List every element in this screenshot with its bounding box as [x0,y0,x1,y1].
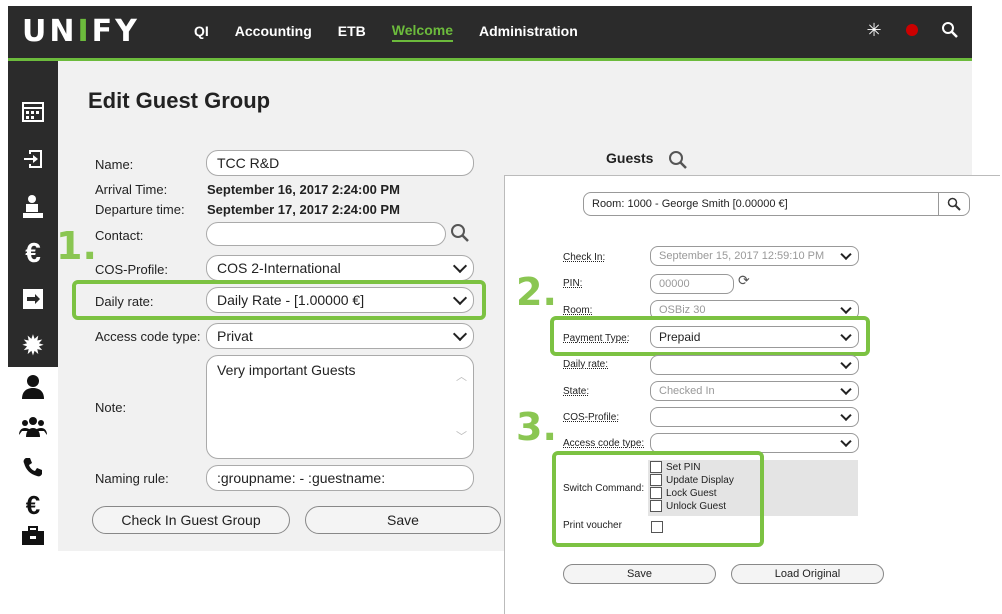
access-code-type-label: Access code type: [95,329,201,344]
arrival-time-value: September 16, 2017 2:24:00 PM [207,182,400,197]
step-2-label: 2. [516,270,557,314]
euro-icon[interactable]: € [8,485,58,525]
naming-rule-label: Naming rule: [95,471,169,486]
guest-cos-profile-label: COS-Profile: [563,412,620,423]
step-1-label: 1. [56,224,97,268]
state-label: State: [563,386,590,397]
unify-logo: UNIFY [22,14,140,49]
scroll-up-icon[interactable]: ︿ [456,368,467,384]
logout-icon[interactable] [8,279,58,319]
departure-time-value: September 17, 2017 2:24:00 PM [207,202,400,217]
note-label: Note: [95,400,127,415]
daily-rate-label: Daily rate: [95,294,154,309]
step-3-label: 3. [516,405,557,449]
name-field[interactable]: TCC R&D [206,150,474,176]
access-code-type-select[interactable]: Privat [206,323,474,349]
switch-command-label: Switch Command: [563,483,645,494]
person-icon[interactable] [8,367,58,407]
load-original-button[interactable]: Load Original [731,564,884,584]
cos-profile-label: COS-Profile: [95,262,168,277]
update-display-checkbox[interactable]: Update Display [650,474,734,486]
checkbox-icon[interactable] [650,487,662,499]
guest-access-code-type-select[interactable] [650,433,859,453]
daily-rate-select[interactable]: Daily Rate - [1.00000 €] [206,287,474,313]
guest-daily-rate-label: Daily rate: [563,359,609,370]
unlock-guest-checkbox[interactable]: Unlock Guest [650,500,726,512]
nav-administration[interactable]: Administration [479,23,578,41]
top-navigation-bar: UNIFY QI Accounting ETB Welcome Administ… [8,6,972,61]
search-icon[interactable] [940,20,960,40]
checkbox-icon[interactable] [650,474,662,486]
nav-accounting[interactable]: Accounting [235,23,312,41]
contact-search-icon[interactable] [450,223,470,248]
guest-save-button[interactable]: Save [563,564,716,584]
checkbox-icon[interactable] [650,500,662,512]
contact-label: Contact: [95,228,144,243]
gear-icon[interactable]: ✹ [8,325,58,365]
state-select[interactable]: Checked In [650,381,859,401]
page-title: Edit Guest Group [88,88,271,113]
alert-icon[interactable] [902,20,922,40]
check-in-guest-group-button[interactable]: Check In Guest Group [92,506,290,534]
cashier-icon[interactable] [8,187,58,227]
sidebar: € ✹ € [8,61,58,551]
payment-type-select[interactable]: Prepaid [650,326,859,348]
print-voucher-label: Print voucher [563,520,622,531]
departure-time-label: Departure time: [95,202,185,217]
nav-qi[interactable]: QI [194,23,209,41]
scroll-down-icon[interactable]: ﹀ [456,428,467,444]
login-icon[interactable] [8,139,58,179]
guests-search-icon[interactable] [668,150,688,175]
print-voucher-checkbox[interactable] [651,521,663,533]
calendar-icon[interactable] [8,91,58,131]
nav-etb[interactable]: ETB [338,23,366,41]
room-label: Room: [563,305,593,316]
pin-label: PIN: [563,278,583,289]
nav-welcome[interactable]: Welcome [391,22,453,42]
arrival-time-label: Arrival Time: [95,182,168,197]
people-icon[interactable] [8,407,58,447]
pin-field[interactable]: 00000 [650,274,734,294]
main-nav: QI Accounting ETB Welcome Administration [194,6,604,58]
guest-access-code-type-label: Access code type: [563,438,645,449]
room-guest-field[interactable]: Room: 1000 - George Smith [0.00000 €] [583,192,970,216]
naming-rule-field[interactable]: :groupname: - :guestname: [206,465,474,491]
room-search-icon[interactable] [938,193,969,215]
euro-icon[interactable]: € [8,233,58,273]
check-in-label: Check In: [563,252,606,263]
check-in-select[interactable]: September 15, 2017 12:59:10 PM [650,246,859,266]
guests-label: Guests [606,150,654,166]
refresh-pin-icon[interactable]: ⟳ [738,272,750,289]
save-button[interactable]: Save [305,506,501,534]
guest-daily-rate-select[interactable] [650,355,859,375]
name-label: Name: [95,157,134,172]
note-textarea[interactable]: Very important Guests ︿ ﹀ [206,355,474,459]
checkbox-icon[interactable] [650,461,662,473]
briefcase-icon[interactable] [8,521,58,551]
contact-field[interactable] [206,222,446,246]
phone-icon[interactable] [8,447,58,487]
payment-type-label: Payment Type: [563,333,630,344]
guest-cos-profile-select[interactable] [650,407,859,427]
loading-spinner-icon: ✳ [866,19,882,40]
lock-guest-checkbox[interactable]: Lock Guest [650,487,717,499]
set-pin-checkbox[interactable]: Set PIN [650,461,700,473]
cos-profile-select[interactable]: COS 2-International [206,255,474,281]
